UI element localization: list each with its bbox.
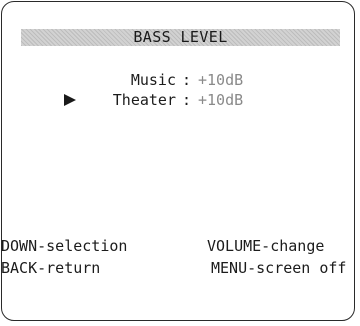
row-separator: : <box>182 71 192 89</box>
help-back-return: BACK-return <box>1 259 101 277</box>
row-separator: : <box>182 91 192 109</box>
row-label: Music <box>130 71 176 89</box>
row-value: +10dB <box>198 91 244 109</box>
menu-row-theater[interactable]: Theater : +10dB <box>2 90 356 110</box>
osd-screen: BASS LEVEL Music : +10dB Theater : +10dB… <box>1 1 355 321</box>
help-volume-change: VOLUME-change <box>207 237 325 255</box>
row-value: +10dB <box>198 71 244 89</box>
menu-row-music[interactable]: Music : +10dB <box>2 70 356 90</box>
help-menu-screen-off: MENU-screen off <box>211 259 347 277</box>
help-down-selection: DOWN-selection <box>1 237 128 255</box>
title-bar: BASS LEVEL <box>21 29 340 46</box>
play-triangle-icon <box>64 94 76 106</box>
row-label: Theater <box>112 91 176 109</box>
screen-title: BASS LEVEL <box>133 28 228 46</box>
